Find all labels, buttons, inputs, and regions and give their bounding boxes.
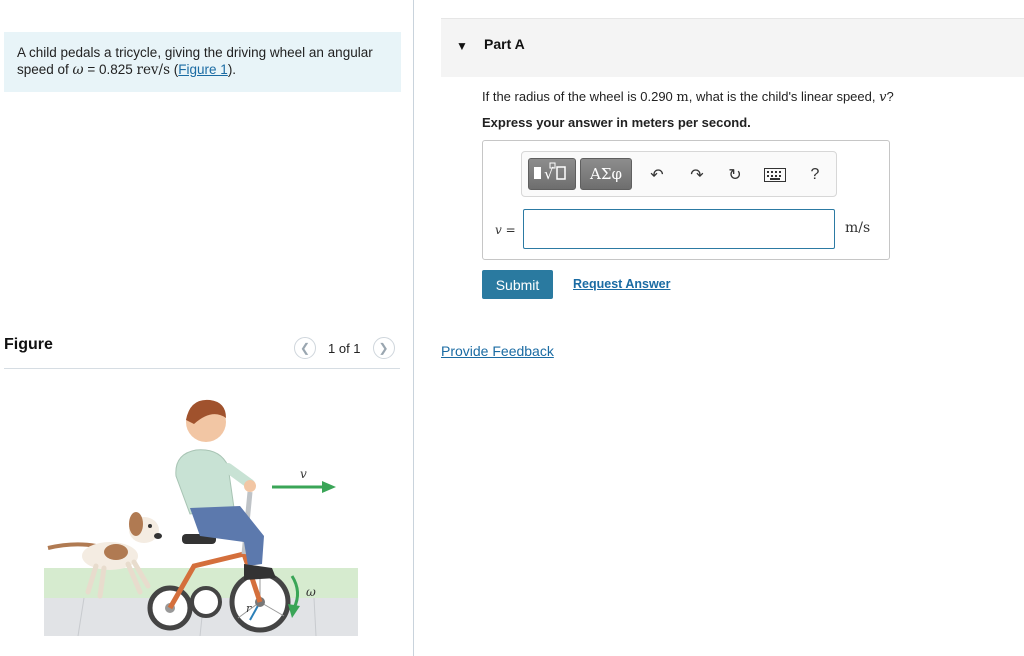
answer-units: m/s [845, 220, 871, 236]
problem-statement: A child pedals a tricycle, giving the dr… [4, 32, 401, 92]
part-a-header[interactable]: ▼ Part A [441, 18, 1024, 77]
help-button[interactable]: ? [804, 164, 826, 186]
part-title: Part A [484, 36, 525, 52]
omega-symbol: ω [72, 62, 84, 78]
answer-instruction: Express your answer in meters per second… [482, 115, 751, 130]
figure-title: Figure [4, 336, 53, 353]
question-mid: , what is the child's linear speed, [688, 89, 880, 104]
figure-prev-button[interactable]: ❮ [294, 337, 316, 359]
answer-variable: v [495, 223, 502, 237]
answer-equals: = [501, 223, 516, 237]
question-unit: m [676, 90, 689, 105]
question-prefix: If the radius of the wheel is 0.290 [482, 89, 677, 104]
tricycle-figure: v ω r [44, 399, 358, 636]
keyboard-icon[interactable] [762, 164, 788, 186]
figure-navigation: ❮ 1 of 1 ❯ [294, 336, 395, 360]
left-pane: A child pedals a tricycle, giving the dr… [0, 0, 410, 656]
request-answer-link[interactable]: Request Answer [573, 277, 670, 291]
answer-box: √ ΑΣφ ↶ ↷ ↻ ? v = m/s [482, 140, 890, 260]
redo-icon[interactable]: ↷ [686, 164, 708, 186]
figure-divider [4, 368, 400, 369]
paren-close: ). [227, 62, 237, 77]
pane-divider [413, 0, 414, 656]
figure-link[interactable]: Figure 1 [178, 62, 228, 77]
radius-label: r [246, 602, 252, 615]
answer-label: v = [495, 223, 516, 237]
undo-icon[interactable]: ↶ [646, 164, 668, 186]
child-illustration [175, 399, 276, 580]
problem-value: = 0.825 [83, 62, 137, 77]
question-text: If the radius of the wheel is 0.290 m, w… [482, 89, 894, 105]
templates-icon: √ [532, 161, 572, 188]
chevron-left-icon: ❮ [299, 341, 311, 355]
answer-input[interactable] [523, 209, 835, 249]
provide-feedback-link[interactable]: Provide Feedback [441, 343, 554, 359]
figure-counter: 1 of 1 [328, 340, 361, 356]
reset-icon[interactable]: ↻ [724, 164, 746, 186]
velocity-arrow [272, 481, 336, 493]
question-suffix: ? [886, 89, 894, 104]
collapse-triangle-icon[interactable]: ▼ [456, 39, 468, 53]
math-toolbar: √ ΑΣφ ↶ ↷ ↻ ? [521, 151, 837, 197]
figure-next-button[interactable]: ❯ [372, 337, 395, 359]
chevron-right-icon: ❯ [378, 341, 389, 355]
symbols-button[interactable]: ΑΣφ [580, 158, 632, 190]
velocity-label: v [300, 467, 307, 481]
omega-label: ω [306, 585, 316, 599]
submit-button[interactable]: Submit [482, 270, 553, 299]
templates-button[interactable]: √ [528, 158, 576, 190]
problem-unit: rev/s [136, 62, 171, 78]
